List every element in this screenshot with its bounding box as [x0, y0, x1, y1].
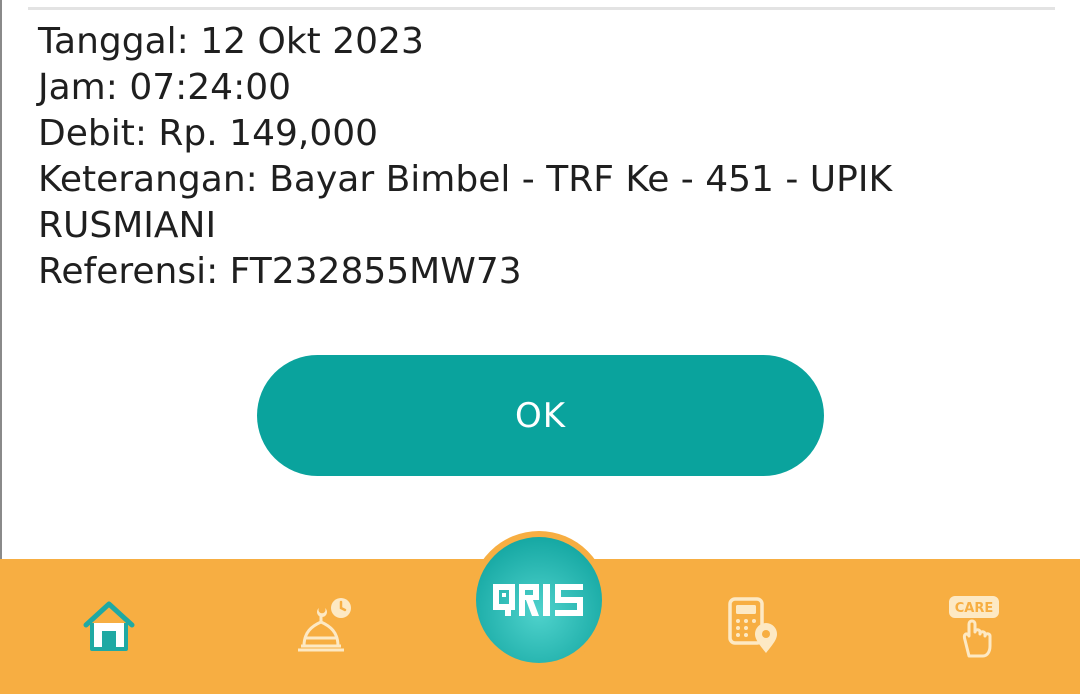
transaction-description-continued: RUSMIANI	[38, 205, 217, 246]
transaction-date: Tanggal: 12 Okt 2023	[38, 21, 424, 62]
qris-button[interactable]	[476, 537, 602, 663]
screen-edge	[0, 0, 2, 560]
nav-care[interactable]: CARE	[934, 586, 1014, 666]
calculator-location-icon	[728, 597, 777, 653]
care-icon-label: CARE	[955, 601, 994, 616]
nav-calculator-location[interactable]	[712, 586, 792, 666]
transaction-time: Jam: 07:24:00	[38, 67, 292, 108]
transaction-description: Keterangan: Bayar Bimbel - TRF Ke - 451 …	[38, 159, 893, 200]
care-hand-icon: CARE	[949, 596, 999, 658]
transaction-reference: Referensi: FT232855MW73	[38, 251, 522, 292]
transaction-debit: Debit: Rp. 149,000	[38, 113, 379, 154]
nav-prayer-time[interactable]	[281, 586, 361, 666]
top-divider	[28, 7, 1055, 10]
nav-home[interactable]	[69, 586, 149, 666]
transaction-details: Tanggal: 12 Okt 2023 Jam: 07:24:00 Debit…	[38, 19, 1038, 295]
mosque-clock-icon	[298, 598, 351, 652]
ok-button[interactable]: OK	[257, 355, 824, 476]
qris-icon	[493, 584, 583, 616]
home-icon	[83, 601, 135, 651]
